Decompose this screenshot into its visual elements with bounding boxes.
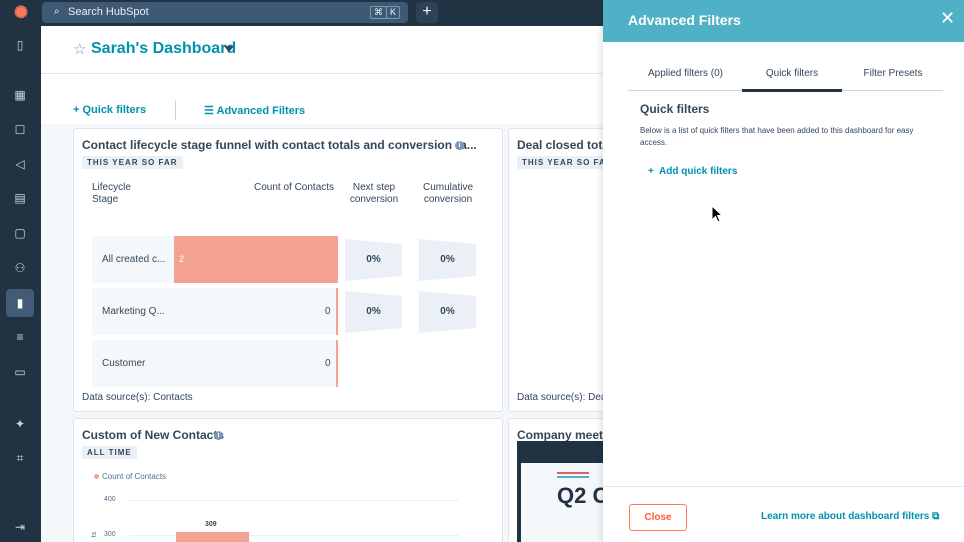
- cumulative-conversion: 0%: [419, 291, 476, 333]
- external-link-icon: ⧉: [932, 511, 940, 522]
- advanced-filters-panel: Advanced Filters ✕ Applied filters (0) Q…: [603, 0, 964, 542]
- contacts-icon[interactable]: ☐: [9, 119, 31, 141]
- data-source: Data source(s): Contacts: [82, 392, 193, 403]
- date-range-tag: ALL TIME: [82, 446, 137, 459]
- column-header-next: Next step conversion: [349, 182, 399, 205]
- section-description: Below is a list of quick filters that ha…: [640, 126, 914, 147]
- y-axis-label: ts: [91, 531, 99, 538]
- close-icon[interactable]: ✕: [940, 9, 955, 27]
- funnel-bar[interactable]: [174, 236, 338, 283]
- code-icon[interactable]: ⌗: [9, 447, 31, 469]
- column-header-cumulative: Cumulative conversion: [422, 182, 474, 205]
- funnel-bar[interactable]: [336, 288, 338, 335]
- reports-icon[interactable]: ▮: [6, 289, 34, 317]
- bar-value: 2: [179, 254, 185, 264]
- folder-icon[interactable]: ▭: [9, 361, 31, 383]
- filter-bar: + Quick filters ☰ Advanced Filters: [41, 74, 603, 124]
- row-label: Customer: [102, 358, 146, 369]
- footer-divider: [603, 486, 964, 487]
- y-tick-label: 300: [104, 531, 116, 538]
- date-range-tag: THIS YEAR SO FAR: [82, 156, 183, 169]
- next-step-conversion: 0%: [345, 239, 402, 281]
- cumulative-conversion: 0%: [419, 239, 476, 281]
- quick-filters-label: Quick filters: [82, 104, 147, 116]
- commerce-icon[interactable]: ▢: [9, 222, 31, 244]
- slide-accent-line: [557, 472, 589, 474]
- slide-text: Q2 C: [557, 483, 609, 508]
- favorite-star-icon[interactable]: ☆: [73, 40, 86, 58]
- info-icon[interactable]: i: [214, 431, 223, 440]
- close-button[interactable]: Close: [629, 504, 687, 531]
- row-label: All created c...: [102, 254, 166, 265]
- hubspot-logo-icon[interactable]: ✺: [12, 4, 30, 22]
- add-quick-filters-button[interactable]: + Add quick filters: [648, 166, 737, 177]
- tab-filter-presets[interactable]: Filter Presets: [853, 68, 933, 79]
- learn-more-label: Learn more about dashboard filters: [761, 511, 930, 522]
- shortcut-cmd-key: ⌘: [370, 6, 387, 19]
- search-placeholder: Search HubSpot: [68, 6, 149, 18]
- quick-filters-button[interactable]: + Quick filters: [73, 104, 146, 116]
- tab-applied-filters[interactable]: Applied filters (0): [633, 68, 738, 79]
- gridline: [129, 500, 459, 501]
- data-source: Data source(s): Dea: [517, 392, 607, 403]
- megaphone-icon[interactable]: ◁: [9, 153, 31, 175]
- legend-label: Count of Contacts: [102, 472, 167, 481]
- bar-value: 0: [325, 358, 331, 369]
- y-tick-label: 400: [104, 496, 116, 503]
- report-title[interactable]: Company meetin: [517, 428, 614, 442]
- chevron-down-icon[interactable]: [224, 46, 234, 52]
- report-card-lifecycle-funnel: Contact lifecycle stage funnel with cont…: [73, 128, 503, 412]
- section-title: Quick filters: [640, 102, 710, 116]
- automation-icon[interactable]: ⚇: [9, 257, 31, 279]
- global-search-input[interactable]: ⌕ Search HubSpot ⌘ K: [42, 2, 408, 23]
- report-title[interactable]: Deal closed tota: [517, 138, 609, 152]
- bar-data-label: 309: [205, 520, 217, 528]
- row-label: Marketing Q...: [102, 306, 165, 317]
- chart-bar[interactable]: [176, 531, 249, 542]
- database-icon[interactable]: ≡: [9, 326, 31, 348]
- create-new-button[interactable]: +: [416, 2, 438, 23]
- search-icon: ⌕: [54, 6, 60, 17]
- column-header-count: Count of Contacts: [254, 182, 335, 193]
- active-tab-indicator: [742, 89, 842, 92]
- shortcut-k-key: K: [386, 6, 401, 19]
- add-quick-filters-label: Add quick filters: [659, 166, 738, 177]
- bookmark-icon[interactable]: ▯: [9, 34, 31, 56]
- bar-value: 0: [325, 306, 331, 317]
- next-step-conversion: 0%: [345, 291, 402, 333]
- legend-swatch: [94, 474, 99, 479]
- funnel-bar[interactable]: [336, 340, 338, 387]
- left-navigation-rail: ▯ ▦ ☐ ◁ ▤ ▢ ⚇ ▮ ≡ ▭ ✦ ⌗ ⇥: [0, 26, 41, 542]
- slide-accent-line: [557, 476, 589, 478]
- dashboard-title[interactable]: Sarah's Dashboard: [91, 40, 236, 58]
- report-title[interactable]: Contact lifecycle stage funnel with cont…: [82, 138, 477, 152]
- advanced-filters-label: Advanced Filters: [216, 105, 306, 117]
- collapse-icon[interactable]: ⇥: [9, 516, 31, 538]
- sparkle-icon[interactable]: ✦: [9, 413, 31, 435]
- panel-header: Advanced Filters ✕: [603, 0, 964, 42]
- mouse-cursor-icon: [711, 205, 724, 223]
- panel-title: Advanced Filters: [628, 12, 741, 28]
- advanced-filters-button[interactable]: ☰ Advanced Filters: [204, 104, 305, 117]
- grid-icon[interactable]: ▦: [9, 84, 31, 106]
- divider: [175, 100, 176, 120]
- dashboard-header: ☆ Sarah's Dashboard: [41, 26, 603, 74]
- info-icon[interactable]: i: [455, 141, 464, 150]
- report-card-new-contacts: Custom of New Contacts i ALL TIME Count …: [73, 418, 503, 542]
- dashboard-main-area: ☆ Sarah's Dashboard + Quick filters ☰ Ad…: [41, 26, 649, 542]
- column-header-stage: Lifecycle Stage: [92, 182, 131, 205]
- content-icon[interactable]: ▤: [9, 187, 31, 209]
- tab-quick-filters[interactable]: Quick filters: [742, 68, 842, 79]
- learn-more-link[interactable]: Learn more about dashboard filters ⧉: [761, 511, 939, 522]
- report-title[interactable]: Custom of New Contacts: [82, 428, 224, 442]
